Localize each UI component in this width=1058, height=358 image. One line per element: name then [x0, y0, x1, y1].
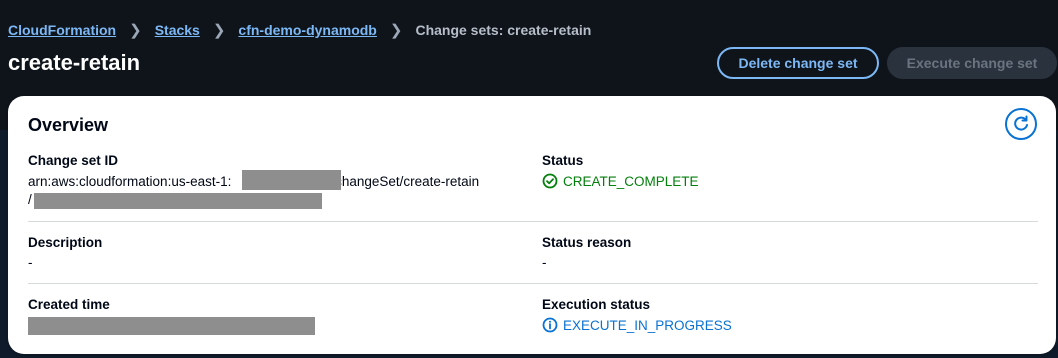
chevron-right-icon: ❯ — [389, 22, 403, 39]
redacted-change-set-uuid — [34, 193, 322, 209]
breadcrumb: CloudFormation ❯ Stacks ❯ cfn-demo-dynam… — [8, 21, 591, 39]
change-set-id-prefix: arn:aws:cloudformation:us-east-1: — [28, 174, 232, 189]
row-divider — [28, 283, 1038, 284]
breadcrumb-stack-name[interactable]: cfn-demo-dynamodb — [238, 22, 376, 38]
breadcrumb-cloudformation[interactable]: CloudFormation — [8, 22, 116, 38]
chevron-right-icon: ❯ — [212, 22, 226, 39]
redacted-created-time — [28, 317, 315, 335]
execution-status-label: Execution status — [542, 297, 651, 312]
page-title: create-retain — [8, 50, 141, 75]
overview-card: Overview Change set ID arn:aws:cloudform… — [8, 96, 1056, 354]
change-set-id-suffix: :changeSet/create-retain — [331, 174, 480, 189]
execution-status-value: EXECUTE_IN_PROGRESS — [542, 317, 732, 333]
chevron-right-icon: ❯ — [129, 22, 142, 39]
created-time-label: Created time — [28, 297, 110, 312]
execute-change-set-button[interactable]: Execute change set — [887, 47, 1057, 79]
breadcrumb-stacks[interactable]: Stacks — [155, 22, 200, 38]
row-divider — [28, 221, 1038, 222]
execution-status-text: EXECUTE_IN_PROGRESS — [563, 317, 732, 333]
status-label: Status — [542, 153, 584, 168]
change-set-id-label: Change set ID — [28, 153, 119, 168]
status-reason-value: - — [542, 255, 547, 270]
status-text: CREATE_COMPLETE — [563, 173, 699, 189]
redacted-account-id — [242, 170, 341, 190]
refresh-icon — [1014, 115, 1028, 131]
status-reason-label: Status reason — [542, 235, 632, 250]
breadcrumb-current: Change sets: create-retain — [415, 22, 592, 38]
status-value: CREATE_COMPLETE — [542, 173, 699, 189]
description-value: - — [28, 255, 33, 270]
overview-title: Overview — [28, 115, 109, 135]
description-label: Description — [28, 235, 103, 250]
refresh-button[interactable] — [1005, 108, 1037, 140]
change-set-id-line2: / — [28, 192, 32, 207]
delete-change-set-button[interactable]: Delete change set — [717, 47, 879, 79]
check-circle-icon — [542, 173, 558, 189]
info-circle-icon — [542, 317, 558, 333]
